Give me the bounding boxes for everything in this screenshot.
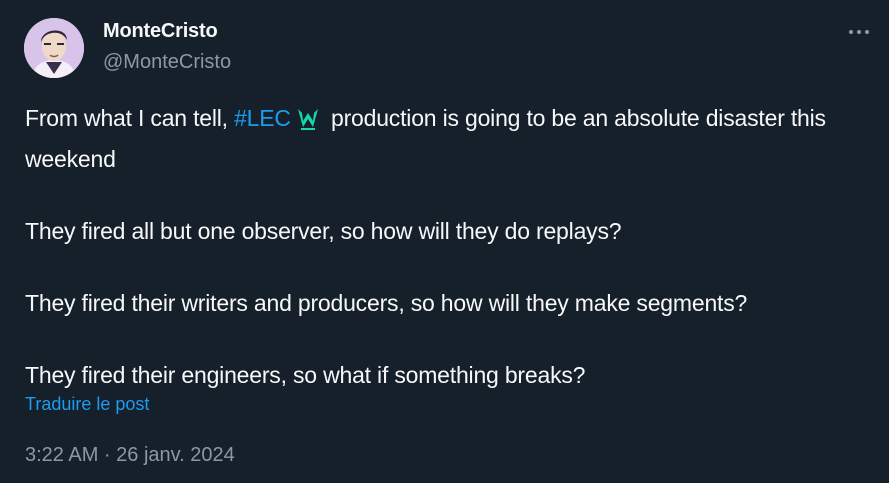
more-dot <box>857 30 861 34</box>
more-dot <box>865 30 869 34</box>
lec-logo-icon <box>297 105 319 141</box>
tweet-paragraph-3: They fired their writers and producers, … <box>25 290 748 316</box>
author-handle[interactable]: @MonteCristo <box>103 51 231 74</box>
hashtag-link[interactable]: #LEC <box>234 105 291 131</box>
more-dot <box>849 30 853 34</box>
tweet-paragraph-1: From what I can tell, #LEC production is… <box>25 100 875 177</box>
avatar-illustration <box>24 18 84 78</box>
tweet-text-segment: From what I can tell, <box>25 105 235 131</box>
avatar[interactable] <box>24 18 84 78</box>
tweet-paragraph-2: They fired all but one observer, so how … <box>25 218 622 244</box>
translate-post-link[interactable]: Traduire le post <box>25 394 149 415</box>
author-display-name[interactable]: MonteCristo <box>103 20 218 43</box>
tweet-timestamp[interactable]: 3:22 AM · 26 janv. 2024 <box>25 444 235 467</box>
tweet-card: MonteCristo @MonteCristo From what I can… <box>0 0 889 483</box>
tweet-paragraph-4: They fired their engineers, so what if s… <box>25 362 586 388</box>
more-options-icon[interactable] <box>846 22 872 42</box>
tweet-text: From what I can tell, #LEC production is… <box>25 100 875 393</box>
